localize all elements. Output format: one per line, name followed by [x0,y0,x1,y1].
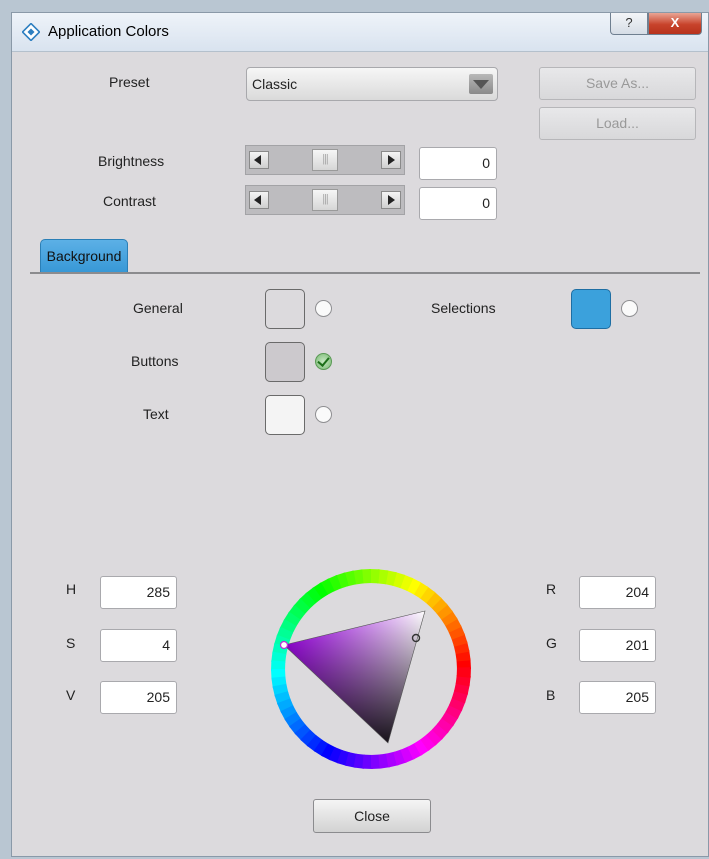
preset-value: Classic [252,76,298,92]
increase-arrow-icon[interactable] [381,151,401,169]
s-label: S [66,635,76,651]
close-button[interactable]: Close [313,799,431,833]
selections-label: Selections [431,300,496,316]
window-title: Application Colors [48,23,169,40]
v-label: V [66,687,76,703]
tab-background[interactable]: Background [40,239,128,272]
b-label: B [546,687,556,703]
hue-input[interactable]: 285 [100,576,177,609]
load-button[interactable]: Load... [539,107,696,140]
green-input[interactable]: 201 [579,629,656,662]
brightness-label: Brightness [98,153,165,169]
help-button[interactable]: ? [610,13,648,35]
chevron-down-icon [469,74,493,94]
tab-divider [30,272,700,274]
preset-label: Preset [109,74,150,90]
text-color-swatch[interactable] [265,395,305,435]
saturation-value-triangle[interactable] [284,611,425,743]
saturation-input[interactable]: 4 [100,629,177,662]
general-label: General [133,300,183,316]
window-close-button[interactable]: X [648,13,702,35]
selections-radio[interactable] [621,300,638,317]
g-label: G [546,635,557,651]
contrast-input[interactable]: 0 [419,187,497,220]
slider-thumb[interactable]: ||| [312,149,338,171]
decrease-arrow-icon[interactable] [249,151,269,169]
decrease-arrow-icon[interactable] [249,191,269,209]
buttons-color-swatch[interactable] [265,342,305,382]
brightness-input[interactable]: 0 [419,147,497,180]
hue-marker[interactable] [279,640,289,650]
title-bar: Application Colors ? X [12,13,708,52]
h-label: H [66,581,77,597]
text-label: Text [143,406,169,422]
app-icon [22,23,40,41]
help-icon: ? [625,15,633,30]
general-color-swatch[interactable] [265,289,305,329]
general-radio[interactable] [315,300,332,317]
close-icon: X [670,15,680,30]
buttons-label: Buttons [131,353,179,369]
slider-thumb[interactable]: ||| [312,189,338,211]
preset-dropdown[interactable]: Classic [246,67,498,101]
contrast-slider[interactable]: ||| [245,185,405,215]
increase-arrow-icon[interactable] [381,191,401,209]
save-as-button[interactable]: Save As... [539,67,696,100]
value-input[interactable]: 205 [100,681,177,714]
application-colors-dialog: Application Colors ? X Preset Classic Sa… [11,12,709,857]
color-wheel[interactable] [270,568,472,770]
r-label: R [546,581,557,597]
text-radio[interactable] [315,406,332,423]
red-input[interactable]: 204 [579,576,656,609]
brightness-slider[interactable]: ||| [245,145,405,175]
selections-color-swatch[interactable] [571,289,611,329]
contrast-label: Contrast [103,193,156,209]
blue-input[interactable]: 205 [579,681,656,714]
checkmark-icon[interactable] [315,353,332,370]
